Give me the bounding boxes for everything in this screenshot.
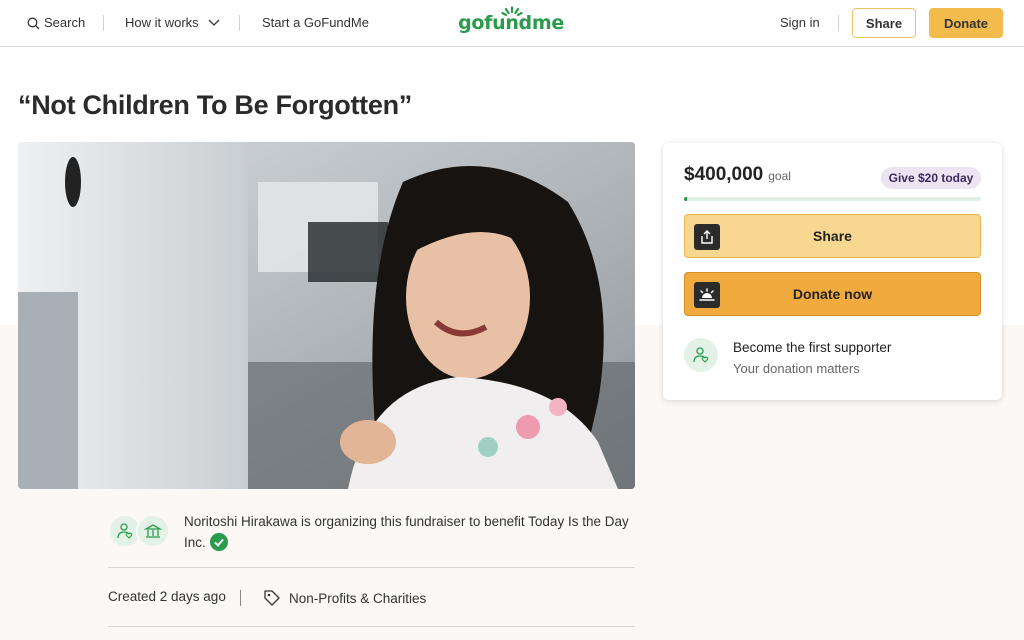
how-it-works-menu[interactable]: How it works	[125, 15, 221, 31]
charity-avatar	[136, 514, 170, 548]
search-link[interactable]: Search	[27, 15, 85, 31]
give-today-badge[interactable]: Give $20 today	[881, 167, 981, 189]
header-donate-button[interactable]: Donate	[929, 8, 1003, 38]
divider	[108, 626, 635, 627]
page-title: “Not Children To Be Forgotten”	[18, 90, 412, 120]
tag-icon	[264, 590, 280, 606]
nav-divider	[103, 15, 104, 31]
top-nav: Search How it works Start a GoFundMe gof…	[0, 0, 1024, 47]
supporter-title: Become the first supporter	[733, 340, 892, 355]
nav-divider	[239, 15, 240, 31]
search-label: Search	[44, 15, 86, 30]
nav-divider	[838, 15, 839, 31]
how-it-works-label: How it works	[125, 15, 199, 30]
organizer-icons	[108, 514, 172, 550]
header-share-button[interactable]: Share	[852, 8, 916, 38]
category-label: Non-Profits & Charities	[289, 590, 427, 606]
divider	[108, 567, 635, 568]
organizer-description: Noritoshi Hirakawa is organizing this fu…	[184, 511, 634, 553]
goal-label: goal	[768, 169, 791, 183]
sun-icon	[501, 6, 523, 17]
gofundme-logo[interactable]: gofundme	[458, 6, 564, 42]
created-date: Created 2 days ago	[108, 589, 226, 604]
donate-button-label: Donate now	[792, 286, 873, 302]
category-link[interactable]: Non-Profits & Charities	[263, 589, 426, 607]
sunrise-icon	[694, 282, 720, 308]
progress-fill	[684, 197, 687, 201]
search-icon	[27, 17, 40, 29]
chevron-down-icon	[208, 19, 220, 26]
heart-hand-icon	[684, 338, 718, 372]
hero-illustration	[18, 142, 635, 489]
donate-now-button[interactable]: Donate now	[684, 272, 981, 316]
supporter-subtitle: Your donation matters	[733, 361, 860, 376]
share-button-label: Share	[813, 228, 852, 244]
sign-in-link[interactable]: Sign in	[780, 15, 820, 31]
goal-amount: $400,000	[684, 164, 764, 185]
start-label: Start a GoFundMe	[262, 15, 369, 30]
sign-in-label: Sign in	[780, 15, 820, 30]
campaign-hero-image[interactable]	[18, 142, 635, 489]
meta-divider	[240, 590, 241, 606]
goal: $400,000 goal	[684, 164, 791, 186]
start-gofundme-link[interactable]: Start a GoFundMe	[262, 15, 369, 31]
organizer-text: Noritoshi Hirakawa is organizing this fu…	[184, 514, 629, 550]
bank-icon	[144, 524, 162, 538]
check-icon	[209, 533, 228, 551]
donation-card: $400,000 goal Give $20 today Share Donat…	[663, 143, 1002, 400]
upload-icon	[694, 224, 720, 250]
person-heart-icon	[117, 523, 133, 539]
progress-bar	[684, 197, 981, 201]
share-button[interactable]: Share	[684, 214, 981, 258]
